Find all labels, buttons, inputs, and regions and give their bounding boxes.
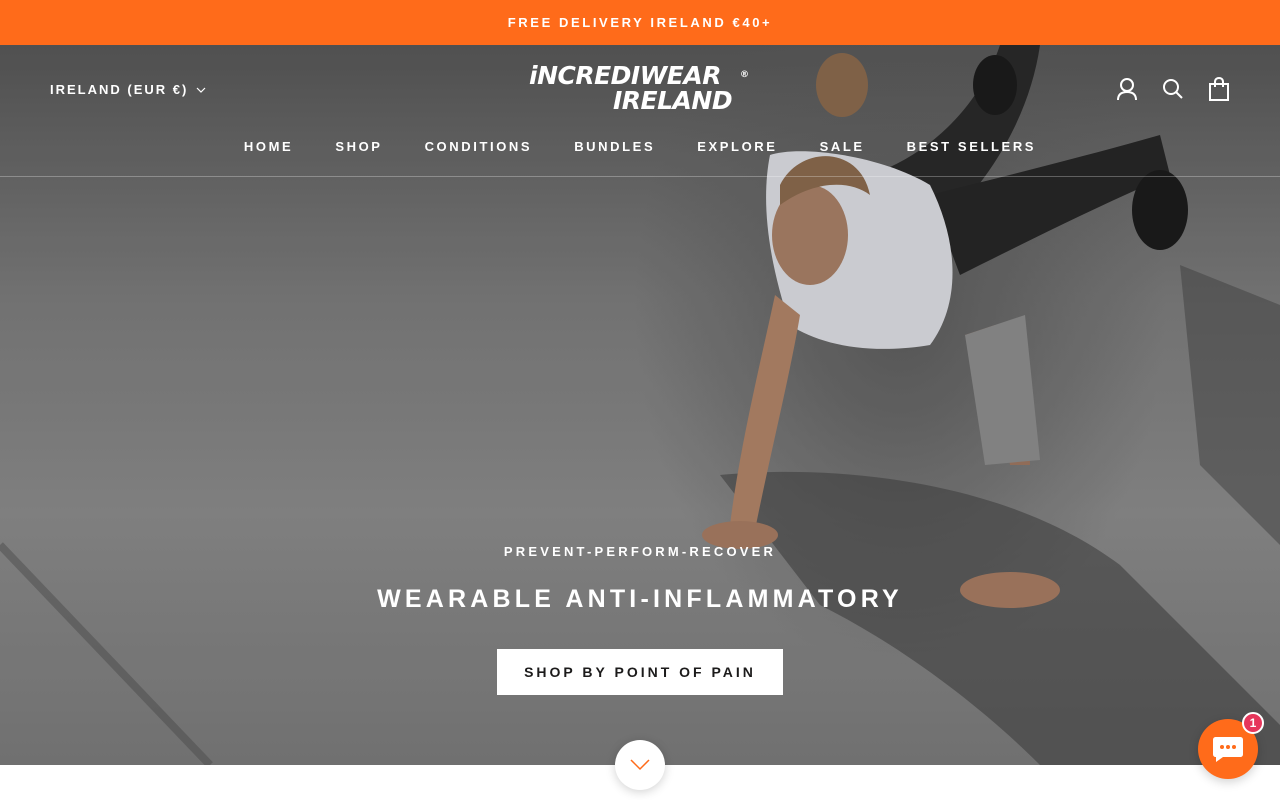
hero-headline: WEARABLE ANTI-INFLAMMATORY bbox=[377, 585, 903, 613]
nav-item-explore[interactable]: EXPLORE bbox=[697, 137, 777, 157]
nav-item-best-sellers[interactable]: BEST SELLERS bbox=[907, 137, 1036, 157]
cart-icon[interactable] bbox=[1208, 77, 1230, 101]
chevron-down-icon bbox=[630, 759, 650, 771]
logo-registered-mark: ® bbox=[740, 70, 749, 80]
nav-item-conditions[interactable]: CONDITIONS bbox=[425, 137, 533, 157]
scroll-down-button[interactable] bbox=[615, 740, 665, 790]
chevron-down-icon bbox=[196, 87, 206, 93]
country-selector-label: IRELAND (EUR €) bbox=[50, 82, 189, 97]
announcement-text: FREE DELIVERY IRELAND €40+ bbox=[507, 15, 773, 30]
nav-item-shop[interactable]: SHOP bbox=[335, 137, 382, 157]
account-icon[interactable] bbox=[1116, 77, 1138, 101]
chat-notification-badge: 1 bbox=[1242, 712, 1264, 734]
logo-line-2: IRELAND bbox=[613, 86, 733, 115]
search-icon[interactable] bbox=[1162, 77, 1184, 101]
logo-line-1: iNCREDIWEAR bbox=[529, 61, 721, 90]
site-logo[interactable]: iNCREDIWEAR IRELAND ® bbox=[529, 61, 751, 116]
main-navigation: HOME SHOP CONDITIONS BUNDLES EXPLORE SAL… bbox=[0, 137, 1280, 157]
chat-bubble-icon bbox=[1213, 737, 1243, 762]
hero-subheading: PREVENT-PERFORM-RECOVER bbox=[503, 544, 777, 559]
header-actions bbox=[1116, 77, 1230, 101]
announcement-bar: FREE DELIVERY IRELAND €40+ bbox=[0, 0, 1280, 45]
nav-item-bundles[interactable]: BUNDLES bbox=[574, 137, 655, 157]
nav-item-home[interactable]: HOME bbox=[244, 137, 293, 157]
nav-item-sale[interactable]: SALE bbox=[820, 137, 865, 157]
country-selector[interactable]: IRELAND (EUR €) bbox=[50, 82, 206, 97]
shop-by-point-of-pain-button[interactable]: SHOP BY POINT OF PAIN bbox=[497, 649, 783, 695]
site-header: IRELAND (EUR €) iNCREDIWEAR IRELAND ® HO… bbox=[0, 45, 1280, 177]
